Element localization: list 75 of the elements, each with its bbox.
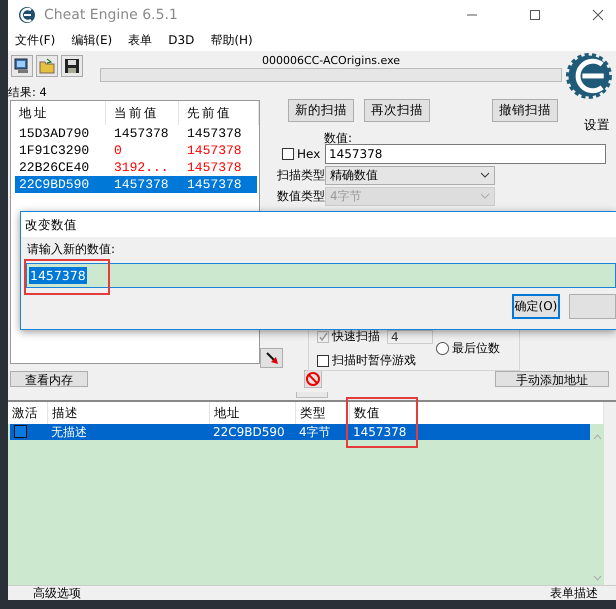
settings-label[interactable]: 设置 [584, 116, 610, 134]
fast-scan-label: 快速扫描 [332, 328, 380, 346]
menu-item[interactable]: 文件(F) [14, 32, 56, 49]
address-cell-text: 22C9BD590 [18, 176, 90, 193]
arrow-icon [264, 350, 278, 365]
last-digits-radio[interactable] [436, 342, 449, 356]
address-cell-text: 15D3AD790 [18, 124, 90, 142]
check-icon [318, 332, 328, 342]
column-header[interactable]: 地址 [11, 100, 106, 125]
address-cell-text: 22C9BD590 [212, 424, 286, 440]
value-cell-text: 1457378 [352, 424, 408, 440]
value-cell-text: 1457378 [186, 158, 243, 176]
value-cell-text: 0 [113, 142, 123, 159]
highlight-frame [346, 396, 418, 448]
advanced-options-link[interactable]: 高级选项 [33, 586, 81, 600]
result-row[interactable]: 15D3AD790 1457378 1457378 [15, 124, 257, 142]
ok-button[interactable]: 确定(O) [512, 294, 560, 319]
column-header[interactable]: 当前值 [106, 100, 179, 125]
computer-button[interactable] [11, 54, 33, 77]
value-cell-text: 1457378 [186, 124, 243, 142]
menu-item[interactable]: D3D [167, 33, 196, 48]
new-value-field[interactable]: 1457378 [26, 263, 616, 288]
value-cell-text: 1457378 [113, 124, 170, 142]
result-row[interactable]: 22B26CE40 3192... 1457378 [15, 158, 257, 176]
prompt-label: 请输入新的数值: [27, 241, 116, 256]
maximize-icon[interactable] [529, 8, 541, 21]
pause-game-checkbox[interactable] [317, 354, 329, 367]
result-row[interactable]: 1F91C3290 0 1457378 [15, 142, 257, 159]
app-icon [18, 6, 36, 24]
floppy-button[interactable] [61, 54, 83, 77]
folder-icon [39, 58, 55, 74]
undo-scan-button[interactable]: 撤销扫描 [492, 98, 558, 122]
address-row[interactable]: 无描述 22C9BD590 4字节 1457378 [10, 424, 590, 440]
menu-item[interactable]: 表单 [127, 32, 154, 49]
hex-label: Hex [297, 146, 322, 161]
menu-item[interactable]: 帮助(H) [209, 32, 254, 49]
table-notes-link[interactable]: 表单描述 [550, 586, 598, 600]
chevron-down-icon [480, 193, 490, 200]
result-row[interactable]: 22C9BD590 1457378 1457378 [15, 176, 257, 193]
dropdown[interactable]: 精确数值 [325, 166, 495, 185]
next-scan-button[interactable]: 再次扫描 [364, 98, 430, 122]
value-cell-text: 1457378 [113, 176, 170, 193]
address-cell-text: 22B26CE40 [18, 158, 90, 176]
window-title: Cheat Engine 6.5.1 [44, 6, 179, 23]
pause-game-label: 扫描时暂停游戏 [332, 352, 416, 370]
active-checkbox[interactable] [14, 424, 27, 438]
computer-icon [14, 58, 30, 74]
process-name: 000006CC-ACOrigins.exe [262, 54, 400, 67]
value-cell-text: 3192... [113, 158, 170, 176]
new-scan-button[interactable]: 新的扫描 [288, 98, 354, 122]
hex-checkbox[interactable] [282, 148, 294, 160]
add-address-button[interactable]: 手动添加地址 [495, 370, 609, 387]
description-cell-text: 无描述 [50, 424, 88, 440]
menu-item[interactable]: 编辑(E) [70, 32, 114, 49]
type-cell-text: 4字节 [298, 424, 332, 440]
stop-icon[interactable] [304, 370, 322, 388]
value-cell-text: 1457378 [186, 142, 243, 159]
field-label: 数值类型 [276, 188, 325, 205]
value-label: 数值: [324, 130, 354, 144]
column-header[interactable]: 先前值 [179, 100, 259, 125]
dialog-title: 改变数值 [21, 212, 616, 237]
logo-drawing [566, 52, 612, 99]
address-cell-text: 1F91C3290 [18, 142, 90, 159]
floppy-icon [64, 58, 80, 74]
view-memory-button[interactable]: 查看内存 [10, 370, 88, 387]
folder-button[interactable] [36, 54, 58, 77]
close-icon[interactable] [592, 8, 604, 21]
chevron-down-icon [480, 172, 490, 178]
results-count: 结果: 4 [8, 84, 47, 99]
splitter-grip[interactable] [296, 392, 328, 398]
pointer-button[interactable] [260, 348, 283, 368]
field-label: 扫描类型 [276, 166, 325, 184]
value-cell-text: 1457378 [186, 176, 243, 193]
last-digits-label: 最后位数 [452, 340, 500, 358]
value-field[interactable]: 1457378 [325, 144, 606, 164]
